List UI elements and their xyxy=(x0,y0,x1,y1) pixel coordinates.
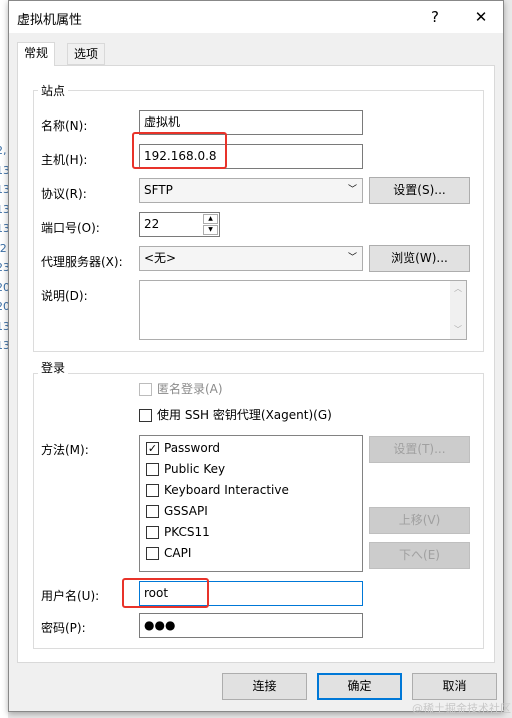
close-icon[interactable]: ✕ xyxy=(461,5,501,29)
help-button[interactable]: ? xyxy=(415,5,455,29)
method-item-gssapi[interactable]: GSSAPI xyxy=(140,501,362,522)
highlight-box xyxy=(122,578,209,608)
checkbox-icon xyxy=(146,526,159,539)
bg-text: 23 xyxy=(0,261,8,274)
highlight-box xyxy=(132,132,227,169)
method-item-pkcs11[interactable]: PKCS11 xyxy=(140,522,362,543)
method-item-password[interactable]: ✓ Password xyxy=(140,438,362,459)
protocol-settings-button[interactable]: 设置(S)... xyxy=(369,177,470,204)
ssh-agent-checkbox[interactable]: 使用 SSH 密钥代理(Xagent)(G) xyxy=(139,406,332,423)
method-item-public-key[interactable]: Public Key xyxy=(140,459,362,480)
anonymous-checkbox[interactable]: 匿名登录(A) xyxy=(139,380,223,397)
port-value: 22 xyxy=(144,217,160,231)
method-list[interactable]: ✓ Password Public Key Keyboard Interactiv… xyxy=(139,435,363,572)
method-label-text: GSSAPI xyxy=(164,504,208,518)
anonymous-label: 匿名登录(A) xyxy=(157,382,223,396)
description-label: 说明(D): xyxy=(41,289,88,303)
protocol-value: SFTP xyxy=(144,183,173,197)
ok-button[interactable]: 确定 xyxy=(317,673,402,700)
cancel-button[interactable]: 取消 xyxy=(412,673,497,700)
tab-panel-general: 站点 名称(N): 虚拟机 主机(H): 192.168.0.8 协议(R): … xyxy=(17,65,495,663)
method-label-text: CAPI xyxy=(164,546,192,560)
checkbox-icon xyxy=(146,505,159,518)
checkmark-icon: ✓ xyxy=(146,442,159,455)
port-input[interactable]: 22 ▲ ▼ xyxy=(139,212,220,237)
port-label: 端口号(O): xyxy=(41,221,100,235)
protocol-label: 协议(R): xyxy=(41,187,87,201)
chevron-down-icon: ﹀ xyxy=(347,253,357,263)
checkbox-icon xyxy=(139,383,152,396)
description-textarea[interactable] xyxy=(139,280,467,340)
method-label-text: Keyboard Interactive xyxy=(164,483,289,497)
checkbox-icon xyxy=(139,409,152,422)
proxy-value: <无> xyxy=(144,251,177,265)
scrollbar[interactable]: ︿ ﹀ xyxy=(450,281,466,339)
bg-text: 2, xyxy=(0,144,7,157)
method-label-text: Public Key xyxy=(164,462,226,476)
bg-text: 13 xyxy=(0,183,8,196)
method-label: 方法(M): xyxy=(41,443,89,457)
site-group-label: 站点 xyxy=(38,82,69,99)
password-label: 密码(P): xyxy=(41,621,86,635)
window-title: 虚拟机属性 xyxy=(17,13,83,28)
tab-general[interactable]: 常规 xyxy=(17,42,56,66)
background-window: 2, 13 13 13 13 /2 23 20 20 13 13 xyxy=(0,0,8,718)
password-input[interactable]: ●●● xyxy=(139,613,363,638)
bg-text: 13 xyxy=(0,163,8,177)
move-up-button[interactable]: 上移(V) xyxy=(369,507,470,534)
move-down-button[interactable]: 下へ(E) xyxy=(369,542,470,569)
proxy-label: 代理服务器(X): xyxy=(41,255,123,269)
method-label-text: PKCS11 xyxy=(164,525,210,539)
name-label: 名称(N): xyxy=(41,119,88,133)
properties-dialog: 虚拟机属性 ? ✕ 常规 选项 站点 名称(N): 虚拟机 主机(H): 192… xyxy=(8,0,504,712)
watermark: @稀土掘金技术社区 xyxy=(412,702,511,715)
bg-text: 20 xyxy=(0,300,8,313)
method-item-keyboard-interactive[interactable]: Keyboard Interactive xyxy=(140,480,362,501)
bg-text: 13 xyxy=(0,339,8,352)
bg-text: 13 xyxy=(0,319,8,333)
tab-options[interactable]: 选项 xyxy=(67,43,106,65)
spin-down-icon[interactable]: ▼ xyxy=(203,225,218,235)
proxy-browse-button[interactable]: 浏览(W)... xyxy=(369,245,470,272)
proxy-select[interactable]: <无> ﹀ xyxy=(139,246,363,271)
bg-text: /2 xyxy=(0,241,7,255)
username-label: 用户名(U): xyxy=(41,589,100,603)
checkbox-icon xyxy=(146,547,159,560)
spin-up-icon[interactable]: ▲ xyxy=(203,214,218,224)
title-bar: 虚拟机属性 ? ✕ xyxy=(9,1,503,33)
method-label-text: Password xyxy=(164,441,221,455)
login-group-label: 登录 xyxy=(38,359,69,376)
method-settings-button[interactable]: 设置(T)... xyxy=(369,436,470,463)
checkbox-icon xyxy=(146,463,159,476)
chevron-down-icon: ﹀ xyxy=(347,185,357,195)
host-label: 主机(H): xyxy=(41,153,88,167)
protocol-select[interactable]: SFTP ﹀ xyxy=(139,178,363,203)
connect-button[interactable]: 连接 xyxy=(222,673,307,700)
ssh-agent-label: 使用 SSH 密钥代理(Xagent)(G) xyxy=(157,408,332,422)
method-item-capi[interactable]: CAPI xyxy=(140,543,362,564)
bg-text: 13 xyxy=(0,202,8,216)
bg-text: 20 xyxy=(0,280,8,294)
bg-text: 13 xyxy=(0,222,8,235)
checkbox-icon xyxy=(146,484,159,497)
